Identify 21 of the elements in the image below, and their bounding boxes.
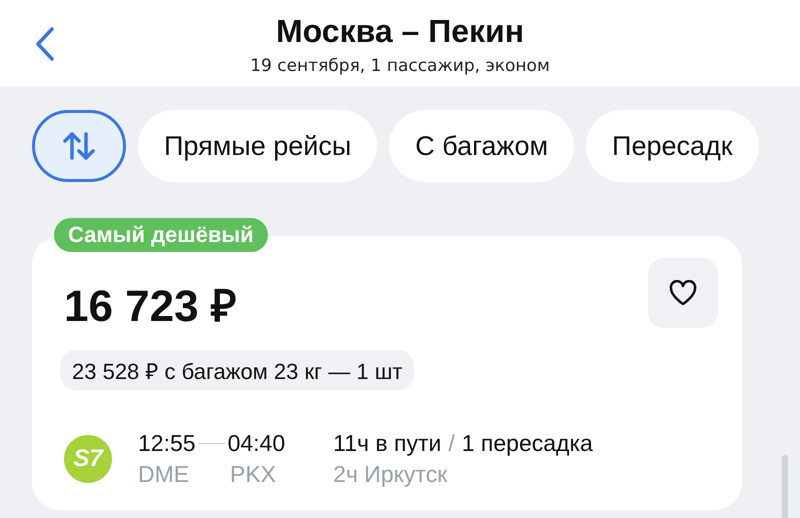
back-icon xyxy=(34,26,56,62)
departure-time: 12:55 xyxy=(138,430,196,457)
cheapest-badge: Самый дешёвый xyxy=(54,218,268,252)
trip-details: 19 сентября, 1 пассажир, эконом xyxy=(250,56,550,76)
separator: / xyxy=(448,430,455,457)
sort-icon xyxy=(63,131,95,161)
filter-chip[interactable]: Прямые рейсы xyxy=(138,110,378,182)
ticket-price: 16 723 ₽ xyxy=(64,281,237,333)
arrival-airport: PKX xyxy=(230,461,276,488)
departure-airport: DME xyxy=(138,461,190,488)
filter-chip[interactable]: С багажом xyxy=(389,110,574,182)
arrival-time: 04:40 xyxy=(228,430,286,457)
route-title: Москва – Пекин xyxy=(276,12,524,50)
stops-count: 1 пересадка xyxy=(462,430,593,457)
favorite-button[interactable] xyxy=(648,258,718,328)
layover-info: 2ч Иркутск xyxy=(333,461,448,488)
flight-duration: 11ч в пути xyxy=(333,430,442,457)
filter-chip[interactable]: Пересадк xyxy=(586,110,759,182)
heart-icon xyxy=(669,280,697,306)
baggage-price: 23 528 ₽ с багажом 23 кг — 1 шт xyxy=(60,350,414,390)
airline-logo: S7 xyxy=(64,435,112,483)
